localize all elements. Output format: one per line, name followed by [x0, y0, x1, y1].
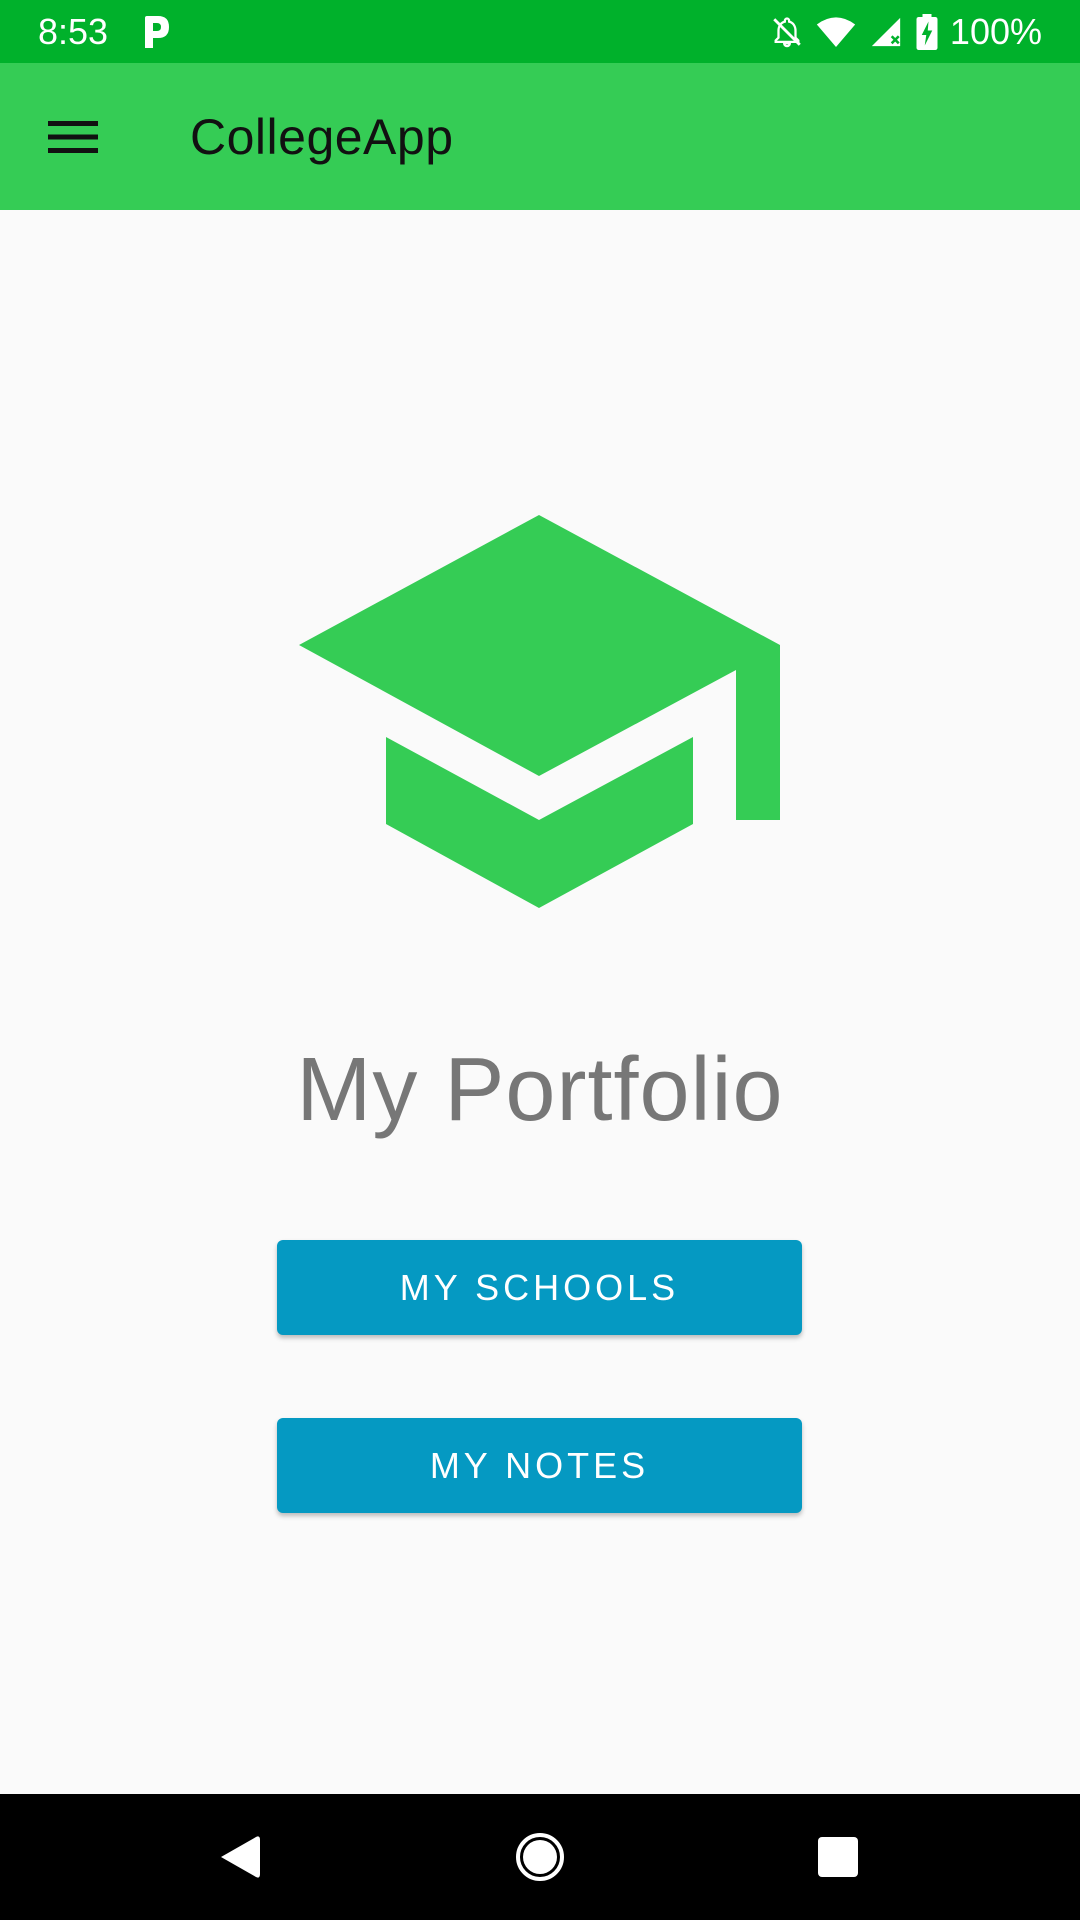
wifi-icon — [816, 17, 856, 47]
battery-charging-icon — [916, 14, 938, 50]
page-title: My Portfolio — [296, 1040, 784, 1140]
my-schools-button[interactable]: MY SCHOOLS — [277, 1240, 802, 1335]
status-bar: 8:53 100% — [0, 0, 1080, 63]
screen: 8:53 100% CollegeApp My Portfolio MY SCH… — [0, 0, 1080, 1920]
menu-button[interactable] — [30, 101, 116, 173]
graduation-cap-icon — [299, 515, 780, 908]
app-bar: CollegeApp — [0, 63, 1080, 210]
back-icon — [221, 1836, 260, 1878]
notifications-off-icon — [773, 17, 801, 48]
my-notes-button[interactable]: MY NOTES — [277, 1418, 802, 1513]
back-button[interactable] — [200, 1817, 280, 1897]
home-button[interactable] — [500, 1817, 580, 1897]
recents-button[interactable] — [798, 1817, 878, 1897]
navigation-bar — [0, 1794, 1080, 1920]
battery-percent: 100% — [949, 11, 1042, 52]
parking-p-icon — [145, 16, 169, 48]
hamburger-menu-icon — [48, 121, 98, 153]
home-icon — [516, 1833, 564, 1881]
recents-icon — [818, 1837, 858, 1877]
app-title: CollegeApp — [190, 109, 454, 165]
status-icons: 100% — [758, 10, 1042, 54]
cell-signal-icon — [871, 17, 901, 47]
status-time: 8:53 — [38, 11, 109, 52]
